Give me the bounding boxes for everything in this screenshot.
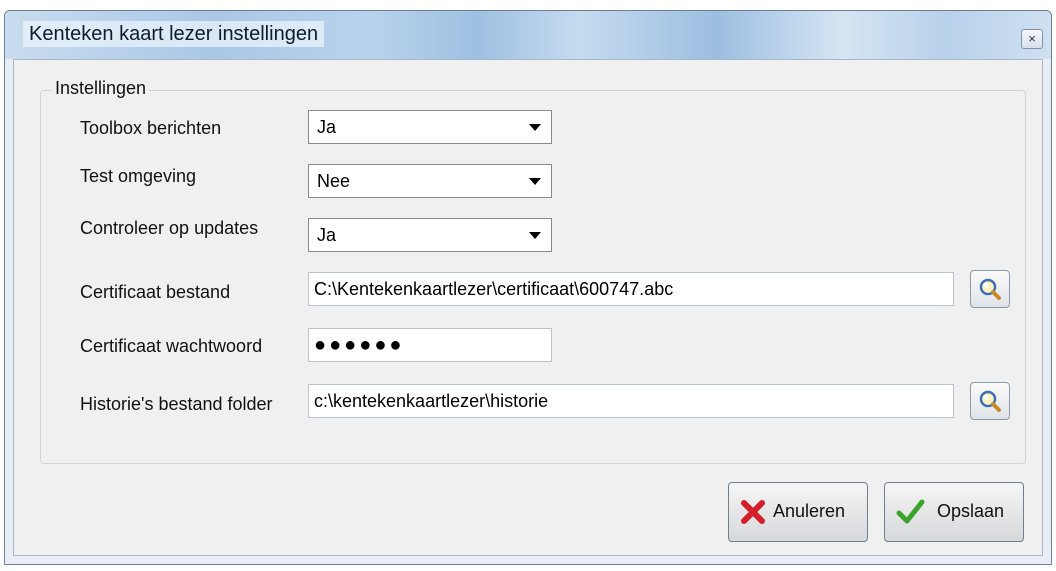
groupbox-label: Instellingen xyxy=(52,78,150,99)
toolbox-select[interactable]: Ja xyxy=(308,110,552,144)
test-env-label: Test omgeving xyxy=(80,166,197,186)
chevron-down-icon xyxy=(529,178,541,185)
history-folder-browse-button[interactable] xyxy=(970,382,1010,420)
green-check-icon xyxy=(896,499,925,524)
toolbox-value: Ja xyxy=(317,117,337,137)
cancel-button[interactable]: Anuleren xyxy=(728,482,868,542)
red-x-icon xyxy=(741,500,765,524)
magnifier-icon xyxy=(979,278,1001,300)
test-env-value: Nee xyxy=(317,171,351,191)
chevron-down-icon xyxy=(529,232,541,239)
cert-password-label: Certificaat wachtwoord xyxy=(80,336,263,356)
save-button[interactable]: Opslaan xyxy=(884,482,1024,542)
magnifier-icon xyxy=(979,390,1001,412)
settings-dialog: Kenteken kaart lezer instellingen × Inst… xyxy=(4,10,1052,565)
updates-label: Controleer op updates xyxy=(80,218,259,238)
history-folder-input[interactable]: c:\kentekenkaartlezer\historie xyxy=(308,384,954,418)
save-label: Opslaan xyxy=(937,501,1005,521)
cert-password-input[interactable]: ●●●●●● xyxy=(308,328,552,362)
history-folder-label: Historie's bestand folder xyxy=(80,394,273,414)
title-bar[interactable]: Kenteken kaart lezer instellingen × xyxy=(5,11,1051,59)
cert-file-browse-button[interactable] xyxy=(970,270,1010,308)
toolbox-label: Toolbox berichten xyxy=(80,118,222,138)
test-env-select[interactable]: Nee xyxy=(308,164,552,198)
close-button[interactable]: × xyxy=(1021,29,1043,49)
chevron-down-icon xyxy=(529,124,541,131)
cert-file-label: Certificaat bestand xyxy=(80,282,231,302)
cancel-label: Anuleren xyxy=(773,501,846,521)
dialog-body: Instellingen Toolbox berichten Ja Test o… xyxy=(13,59,1043,556)
cert-file-input[interactable]: C:\Kentekenkaartlezer\certificaat\600747… xyxy=(308,272,954,306)
updates-select[interactable]: Ja xyxy=(308,218,552,252)
window-title: Kenteken kaart lezer instellingen xyxy=(23,21,325,47)
updates-value: Ja xyxy=(317,225,337,245)
